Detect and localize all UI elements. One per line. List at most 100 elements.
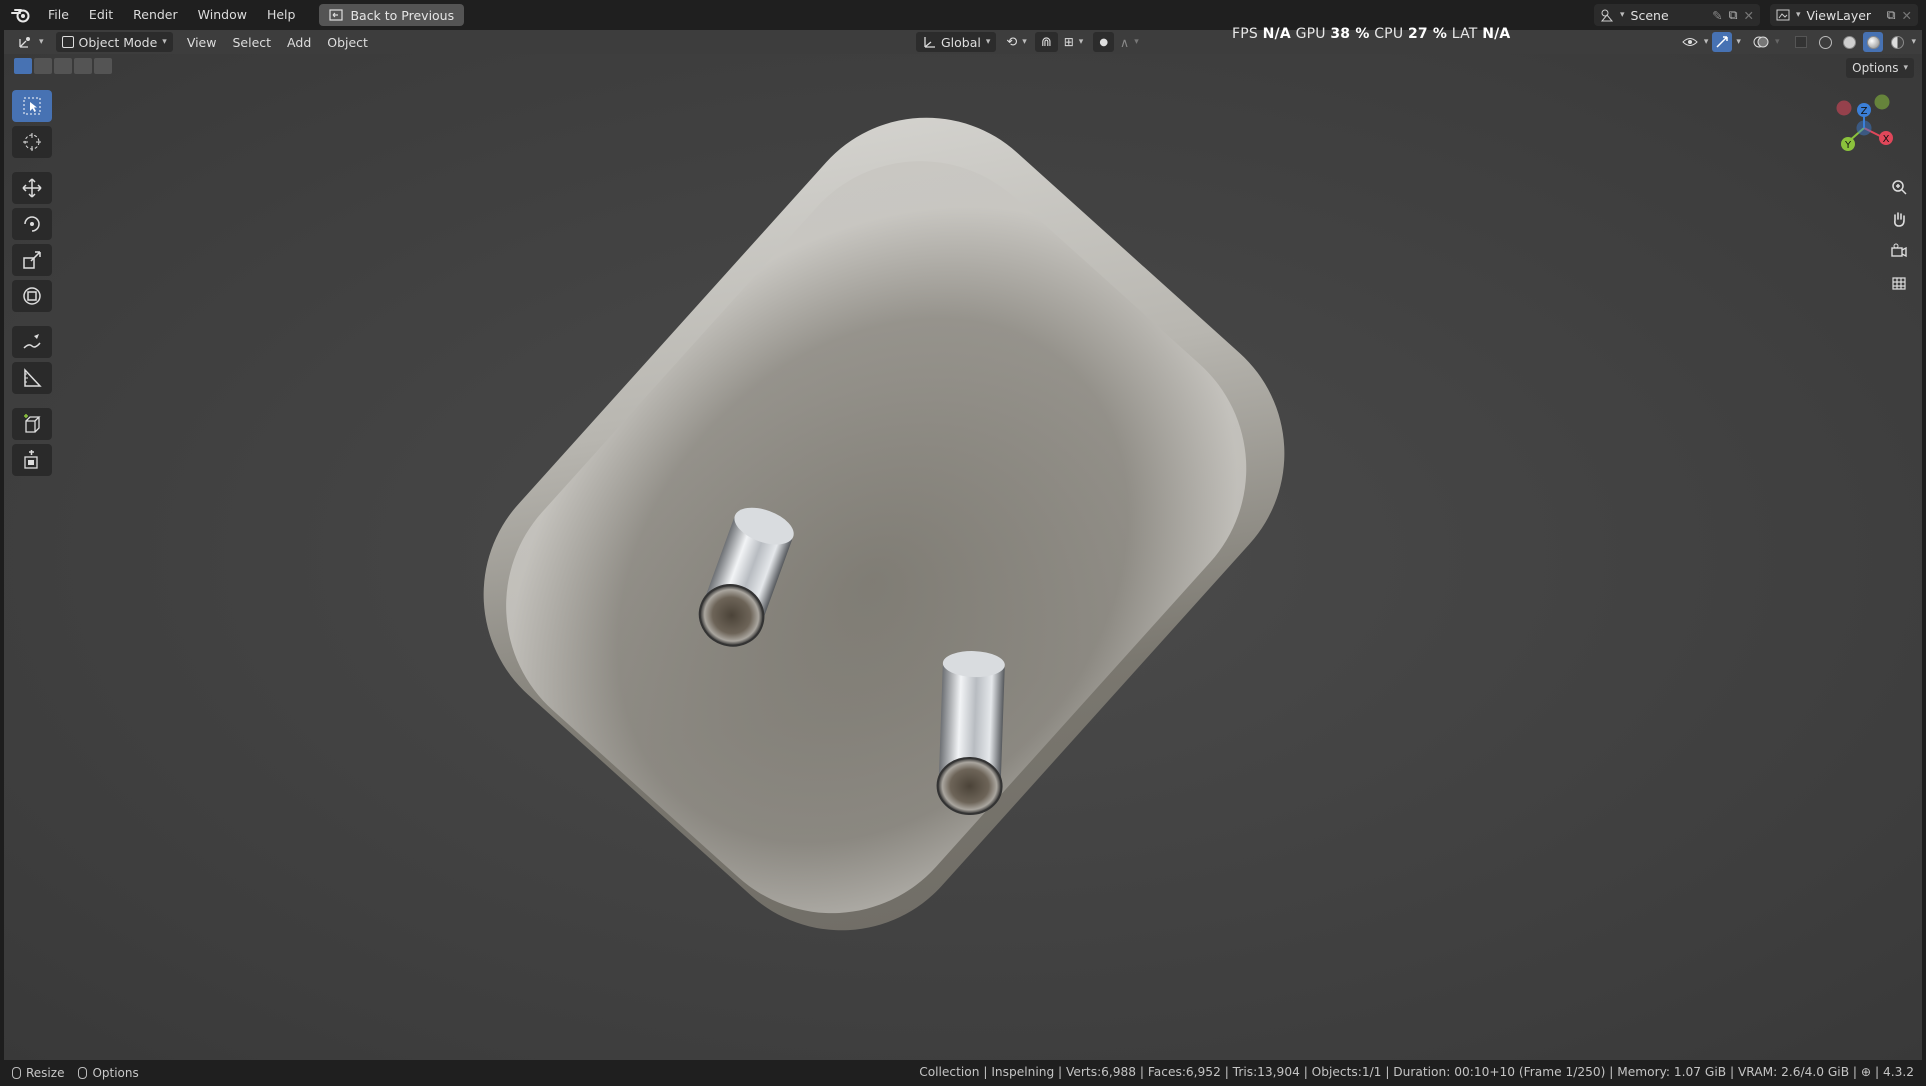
viewport-header-right: ▾ ▾ ▾ ▾ — [1680, 32, 1916, 52]
solid-shading-icon[interactable] — [1839, 32, 1859, 52]
pan-hand-icon[interactable] — [1884, 206, 1914, 232]
scene-stats-text: Collection | Inspelning | Verts:6,988 | … — [919, 1065, 1858, 1079]
resize-label: Resize — [26, 1066, 65, 1080]
chevron-down-icon[interactable]: ▾ — [1775, 37, 1780, 47]
wireframe-shading-icon[interactable] — [1815, 32, 1835, 52]
resize-hint: Resize — [12, 1066, 64, 1080]
blender-logo-icon[interactable] — [4, 0, 38, 30]
options-hint: Options — [78, 1066, 139, 1080]
viewlayer-selector[interactable]: ▾ ViewLayer ⧉ ✕ — [1770, 4, 1918, 26]
menu-object[interactable]: Object — [321, 32, 374, 52]
move-arrows-icon — [22, 178, 42, 198]
axis-x-label: X — [1883, 134, 1890, 145]
falloff-curve-icon: ∧ — [1120, 34, 1130, 50]
object-mode-icon — [61, 36, 74, 48]
overlays-icon[interactable] — [1751, 32, 1771, 52]
annotate-tool[interactable] — [12, 326, 52, 358]
3d-viewport-icon — [19, 37, 30, 48]
lat-value: N/A — [1482, 26, 1511, 42]
cursor-crosshair-icon — [23, 133, 41, 151]
move-tool[interactable] — [12, 172, 52, 204]
menu-help[interactable]: Help — [257, 0, 306, 30]
chevron-down-icon: ▾ — [39, 37, 44, 47]
menu-file[interactable]: File — [38, 0, 79, 30]
measure-tool[interactable] — [12, 362, 52, 394]
new-viewlayer-icon[interactable]: ⧉ — [1887, 7, 1896, 23]
proportional-editing-toggle[interactable]: ● — [1093, 32, 1115, 52]
snap-increment-icon: ⊞ — [1063, 35, 1074, 49]
chevron-down-icon: ▾ — [1134, 37, 1139, 47]
scene-statistics: Collection | Inspelning | Verts:6,988 | … — [919, 1065, 1914, 1079]
back-to-previous-button[interactable]: Back to Previous — [319, 4, 465, 26]
orthographic-grid-icon[interactable] — [1884, 270, 1914, 296]
chevron-down-icon[interactable]: ▾ — [1736, 37, 1741, 47]
axis-neg-z-icon[interactable] — [1856, 120, 1872, 136]
chevron-down-icon: ▾ — [1078, 37, 1084, 47]
camera-view-icon[interactable] — [1884, 238, 1914, 264]
viewlayer-name: ViewLayer — [1806, 7, 1872, 23]
rotate-tool[interactable] — [12, 208, 52, 240]
menu-window[interactable]: Window — [188, 0, 257, 30]
scene-icon — [1600, 8, 1614, 22]
performance-stats: FPS N/A GPU 38 % CPU 27 % LAT N/A — [1232, 26, 1510, 42]
add-object-icon — [24, 450, 38, 469]
menu-view[interactable]: View — [181, 32, 223, 52]
select-box-icon — [23, 97, 41, 115]
proportional-icon: ● — [1099, 36, 1109, 48]
rendered-shading-icon[interactable] — [1887, 32, 1907, 52]
transform-icon — [23, 287, 41, 305]
transform-tool[interactable] — [12, 280, 52, 312]
rotate-icon — [24, 216, 40, 232]
cpu-label: CPU — [1374, 26, 1404, 42]
menu-render[interactable]: Render — [123, 0, 188, 30]
pivot-icon: ⟲ — [1006, 34, 1018, 50]
gpu-label: GPU — [1295, 26, 1326, 42]
new-scene-icon[interactable]: ⧉ — [1729, 7, 1738, 23]
axis-neg-x-icon[interactable] — [1836, 100, 1852, 116]
pivot-point-selector[interactable]: ⟲ ▾ — [1000, 32, 1032, 52]
axis-neg-y-icon[interactable] — [1874, 94, 1890, 110]
viewport-header: ▾ Object Mode ▾ View Select Add Object G… — [4, 30, 1922, 54]
transform-orientation-selector[interactable]: Global ▾ — [915, 32, 997, 52]
ruler-icon — [24, 368, 42, 387]
editor-type-button[interactable]: ▾ — [12, 32, 50, 52]
network-globe-icon: ⊕ | — [1860, 1065, 1883, 1079]
select-box-tool[interactable] — [12, 90, 52, 122]
gizmo-toggle-icon[interactable] — [1712, 32, 1733, 52]
snap-target-selector[interactable]: ⊞ ▾ — [1058, 32, 1090, 52]
snap-toggle[interactable]: ⋒ — [1034, 32, 1058, 52]
scene-selector[interactable]: ▾ Scene ✎ ⧉ ✕ — [1594, 4, 1760, 26]
chevron-down-icon[interactable]: ▾ — [1911, 37, 1916, 47]
add-cube-tool[interactable] — [12, 408, 52, 440]
add-object-tool[interactable] — [12, 444, 52, 476]
visibility-eye-icon[interactable] — [1680, 32, 1700, 52]
plug-adapter-model[interactable] — [4, 54, 1922, 1060]
navigation-gizmo[interactable]: Z X Y — [1824, 86, 1904, 166]
options-hint-label: Options — [92, 1066, 139, 1080]
back-to-previous-label: Back to Previous — [350, 7, 455, 23]
menu-edit[interactable]: Edit — [79, 0, 123, 30]
zoom-icon[interactable] — [1884, 174, 1914, 200]
menu-select[interactable]: Select — [226, 32, 277, 52]
scale-icon — [23, 251, 41, 269]
scale-tool[interactable] — [12, 244, 52, 276]
gpu-value: 38 % — [1330, 26, 1370, 42]
chevron-down-icon: ▾ — [1796, 10, 1801, 20]
mode-label: Object Mode — [78, 34, 158, 50]
chevron-down-icon: ▾ — [985, 37, 991, 47]
close-icon[interactable]: ✕ — [1744, 8, 1754, 23]
top-menubar: File Edit Render Window Help Back to Pre… — [0, 0, 1926, 30]
mode-selector[interactable]: Object Mode ▾ — [55, 32, 173, 52]
axis-y-label: Y — [1844, 140, 1852, 151]
falloff-selector[interactable]: ∧ ▾ — [1114, 32, 1145, 52]
xray-toggle-icon[interactable] — [1791, 32, 1811, 52]
pin-icon[interactable]: ✎ — [1712, 8, 1722, 23]
3d-viewport[interactable]: Options ▾ Z X Y — [4, 54, 1922, 1060]
menu-add[interactable]: Add — [281, 32, 317, 52]
cursor-tool[interactable] — [12, 126, 52, 158]
back-icon — [329, 9, 344, 21]
orientation-label: Global — [940, 34, 981, 50]
chevron-down-icon[interactable]: ▾ — [1704, 37, 1709, 47]
material-preview-shading-icon[interactable] — [1863, 32, 1884, 52]
close-icon[interactable]: ✕ — [1902, 8, 1912, 23]
